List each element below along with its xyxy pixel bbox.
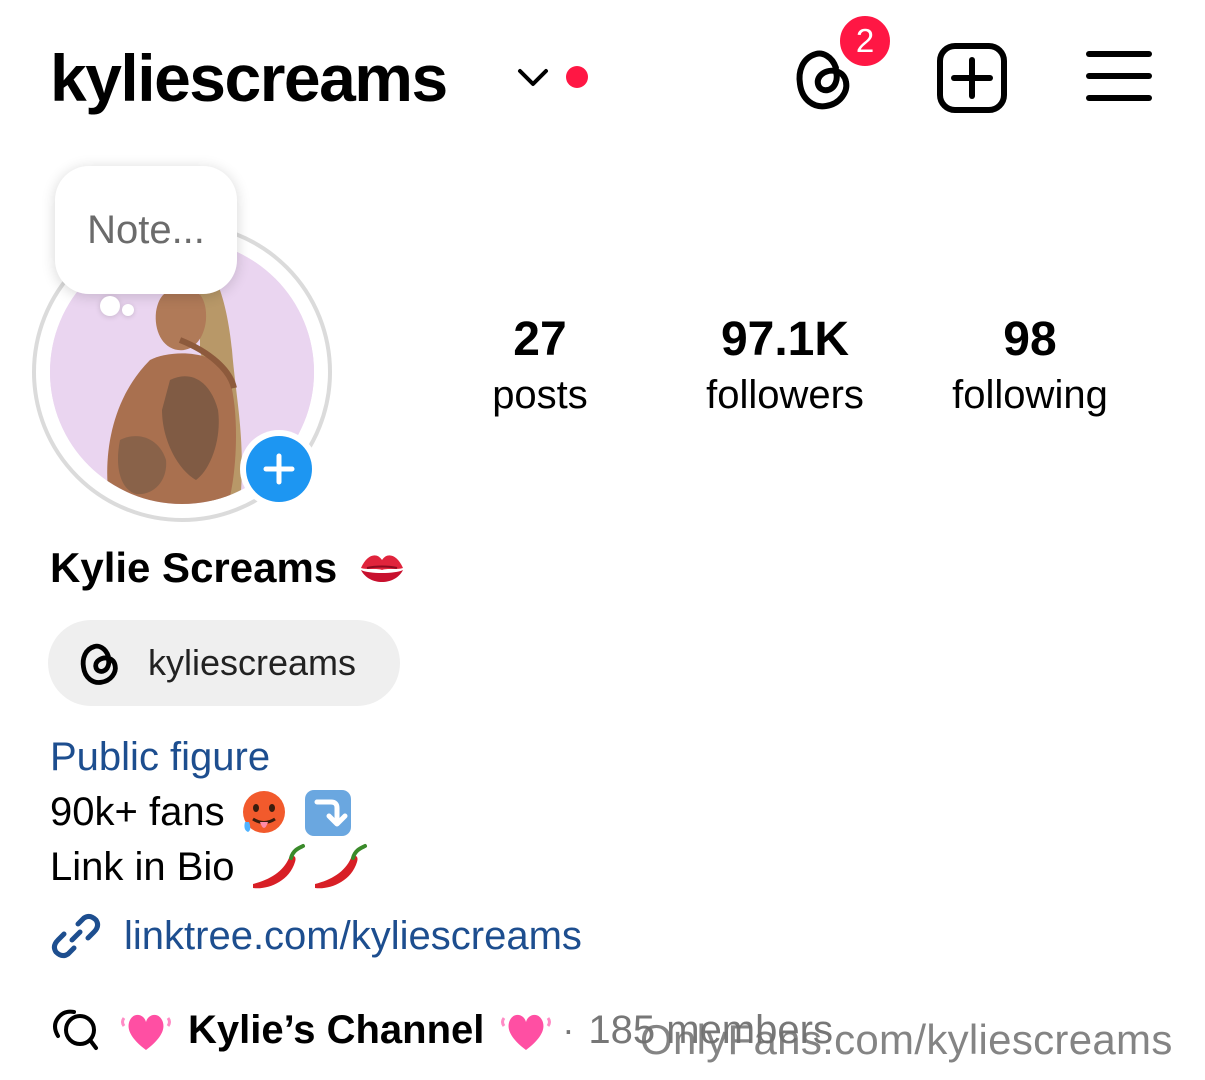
note-bubble[interactable]: Note...	[55, 166, 237, 294]
display-name-row: Kylie Screams	[50, 540, 407, 596]
threads-icon	[80, 643, 118, 685]
posts-count: 27	[513, 313, 567, 366]
note-bubble-tail	[100, 296, 120, 316]
account-username[interactable]: kyliescreams	[50, 38, 448, 118]
website-link-text[interactable]: linktree.com/kyliescreams	[124, 914, 582, 959]
threads-notification-badge: 2	[837, 13, 893, 69]
note-bubble-tail-small	[122, 304, 134, 316]
plus-icon	[263, 453, 295, 485]
followers-stat[interactable]: 97.1K followers	[674, 310, 896, 420]
followers-count: 97.1K	[720, 313, 850, 366]
channel-separator: ·	[562, 1009, 575, 1050]
bio-link-text: Link in Bio	[50, 845, 235, 889]
growing-heart-icon	[121, 1014, 171, 1050]
threads-profile-link[interactable]: kyliescreams	[48, 620, 400, 706]
add-story-circle	[246, 436, 312, 502]
hamburger-menu-icon[interactable]	[1086, 48, 1152, 104]
bio: Public figure 90k+ fans Link in Bio	[50, 730, 369, 895]
create-post-icon[interactable]	[936, 42, 1008, 114]
hot-face-emoji-icon	[242, 790, 285, 833]
notification-dot	[566, 66, 588, 88]
watermark: OnlyFans.com/kyliescreams	[640, 1016, 1173, 1063]
threads-handle: kyliescreams	[148, 642, 357, 683]
chili-pepper-icon	[252, 843, 305, 888]
add-story-button[interactable]	[240, 430, 318, 508]
website-link[interactable]: linktree.com/kyliescreams	[50, 910, 582, 962]
channel-chat-icon	[53, 1009, 98, 1050]
chevron-down-icon[interactable]	[516, 64, 550, 90]
following-stat[interactable]: 98 following	[920, 310, 1140, 420]
kiss-mark-icon	[361, 555, 404, 582]
following-label: following	[952, 373, 1108, 417]
channel-name: Kylie’s Channel	[188, 1007, 485, 1052]
display-name: Kylie Screams	[50, 544, 338, 591]
posts-label: posts	[492, 373, 588, 417]
top-bar: kyliescreams 2	[0, 0, 1205, 150]
followers-label: followers	[706, 373, 864, 417]
arrow-down-right-emoji-icon	[304, 789, 351, 836]
bio-fans-text: 90k+ fans	[50, 790, 225, 834]
posts-stat[interactable]: 27 posts	[460, 310, 620, 420]
chili-pepper-icon	[314, 843, 367, 888]
bio-line-2: Link in Bio	[50, 840, 369, 895]
following-count: 98	[1003, 313, 1057, 366]
category-label: Public figure	[50, 735, 271, 779]
bio-line-1: 90k+ fans	[50, 785, 369, 840]
link-icon	[51, 913, 101, 959]
growing-heart-icon	[501, 1014, 552, 1050]
